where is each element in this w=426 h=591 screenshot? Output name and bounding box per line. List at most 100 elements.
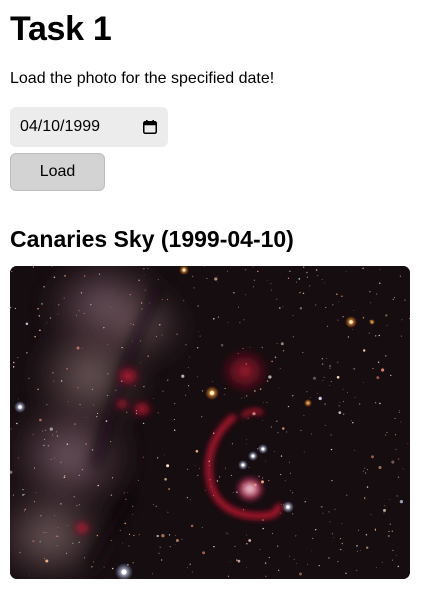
calendar-icon[interactable] xyxy=(143,120,157,134)
background-star xyxy=(84,557,86,559)
date-input-value[interactable]: 04/10/1999 xyxy=(20,118,143,136)
background-star xyxy=(97,412,98,414)
background-star xyxy=(46,532,47,533)
background-star xyxy=(103,326,105,329)
background-star xyxy=(152,398,154,399)
background-star xyxy=(57,535,59,538)
background-star xyxy=(186,496,189,499)
background-star xyxy=(51,434,54,436)
background-star xyxy=(212,381,214,383)
background-star xyxy=(318,564,320,567)
background-star xyxy=(277,387,280,389)
background-star xyxy=(189,563,191,565)
background-star xyxy=(252,412,256,416)
background-star xyxy=(374,528,377,530)
background-star xyxy=(336,293,338,295)
background-star xyxy=(367,469,369,471)
background-star xyxy=(198,331,200,333)
background-star xyxy=(201,390,204,392)
background-star xyxy=(311,550,313,552)
background-star xyxy=(330,448,333,451)
background-star xyxy=(298,278,301,280)
background-star xyxy=(66,443,68,445)
background-star xyxy=(24,508,26,511)
background-star xyxy=(386,432,388,433)
background-star xyxy=(330,364,331,366)
background-star xyxy=(321,506,323,508)
background-star xyxy=(271,360,273,363)
background-star xyxy=(173,418,176,420)
background-star xyxy=(386,325,388,326)
background-star xyxy=(259,388,262,390)
background-star xyxy=(44,439,46,441)
background-star xyxy=(407,443,409,444)
background-star xyxy=(324,424,326,427)
background-star xyxy=(161,334,163,336)
background-star xyxy=(17,457,20,459)
background-star xyxy=(252,266,254,268)
background-star xyxy=(91,566,93,568)
background-star xyxy=(375,335,377,337)
background-star xyxy=(54,457,56,459)
background-star xyxy=(311,433,313,435)
background-star xyxy=(306,271,308,274)
background-star xyxy=(66,525,68,526)
background-star xyxy=(279,368,281,369)
background-star xyxy=(248,539,252,542)
background-star xyxy=(185,394,187,396)
background-star xyxy=(46,404,48,406)
background-star xyxy=(194,465,196,466)
background-star xyxy=(81,347,83,349)
background-star xyxy=(190,524,194,528)
background-star xyxy=(387,534,390,538)
background-star xyxy=(262,477,264,479)
background-star xyxy=(105,420,108,422)
background-star xyxy=(338,301,340,303)
background-star xyxy=(327,325,329,327)
background-star xyxy=(236,491,238,493)
background-star xyxy=(287,277,290,279)
background-star xyxy=(53,515,55,517)
background-star xyxy=(132,324,135,326)
load-button[interactable]: Load xyxy=(10,153,105,191)
background-star xyxy=(225,532,227,534)
background-star xyxy=(353,367,356,370)
background-star xyxy=(306,391,308,393)
background-star xyxy=(345,271,347,273)
date-input[interactable]: 04/10/1999 xyxy=(10,107,168,147)
background-star xyxy=(244,269,247,271)
background-star xyxy=(223,393,225,396)
background-star xyxy=(292,395,294,397)
background-star xyxy=(92,404,94,406)
background-star xyxy=(63,476,66,478)
background-star xyxy=(57,526,59,528)
background-star xyxy=(270,426,272,428)
background-star xyxy=(318,396,322,401)
background-star xyxy=(175,538,179,543)
background-star xyxy=(26,512,28,514)
background-star xyxy=(110,307,112,308)
background-star xyxy=(266,401,268,403)
background-star xyxy=(135,410,138,412)
background-star xyxy=(132,562,134,564)
background-star xyxy=(253,483,257,487)
background-star xyxy=(354,449,355,451)
background-star xyxy=(268,480,270,482)
background-star xyxy=(266,380,269,382)
background-star xyxy=(270,282,272,285)
background-star xyxy=(206,277,208,279)
background-star xyxy=(330,381,332,383)
background-star xyxy=(199,468,200,469)
background-star xyxy=(128,545,130,547)
background-star xyxy=(279,512,281,514)
background-star xyxy=(262,420,263,421)
background-star xyxy=(337,561,339,563)
background-star xyxy=(341,295,343,298)
background-star xyxy=(32,434,34,436)
background-star xyxy=(266,280,268,281)
background-star xyxy=(34,336,36,338)
background-star xyxy=(300,429,302,432)
background-star xyxy=(321,363,324,365)
background-star xyxy=(37,307,39,310)
background-star xyxy=(246,534,247,536)
